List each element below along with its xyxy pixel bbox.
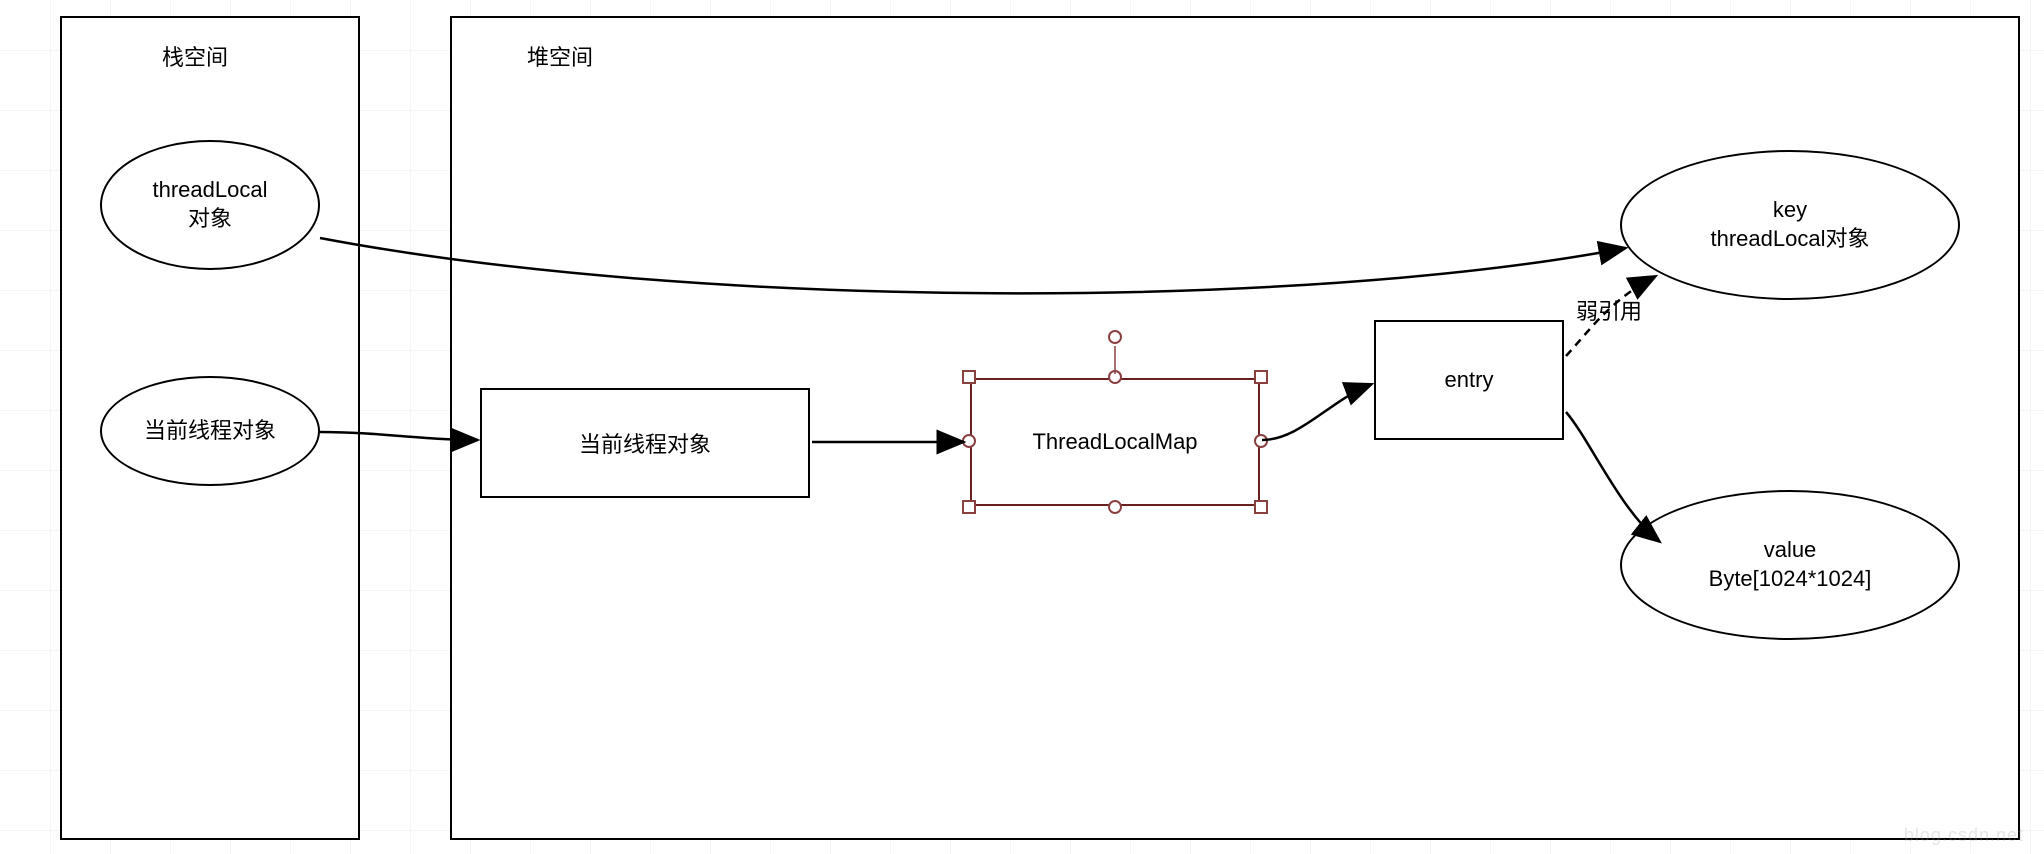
- sel-handle-ml[interactable]: [962, 434, 976, 448]
- stack-threadlocal-line1: threadLocal: [153, 176, 268, 205]
- sel-handle-rotate[interactable]: [1108, 330, 1122, 344]
- sel-handle-bm[interactable]: [1108, 500, 1122, 514]
- sel-handle-tr[interactable]: [1254, 370, 1268, 384]
- entry-label: entry: [1445, 367, 1494, 393]
- value-node: value Byte[1024*1024]: [1620, 490, 1960, 640]
- threadlocalmap-node[interactable]: ThreadLocalMap: [970, 378, 1260, 506]
- stack-threadlocal-line2: 对象: [188, 205, 232, 234]
- sel-handle-tm[interactable]: [1108, 370, 1122, 384]
- stack-title: 栈空间: [162, 40, 228, 72]
- heap-title: 堆空间: [527, 40, 593, 72]
- heap-currentthread-label: 当前线程对象: [579, 427, 711, 459]
- stack-threadlocal-node: threadLocal 对象: [100, 140, 320, 270]
- weakref-label: 弱引用: [1576, 294, 1642, 326]
- threadlocalmap-label: ThreadLocalMap: [1032, 429, 1197, 455]
- key-line2: threadLocal对象: [1711, 225, 1870, 254]
- key-node: key threadLocal对象: [1620, 150, 1960, 300]
- sel-handle-bl[interactable]: [962, 500, 976, 514]
- stack-currentthread-label: 当前线程对象: [144, 417, 276, 446]
- watermark: blog.csdn.net: [1904, 825, 2024, 846]
- value-line1: value: [1764, 536, 1817, 565]
- sel-handle-mr[interactable]: [1254, 434, 1268, 448]
- value-line2: Byte[1024*1024]: [1709, 565, 1872, 594]
- entry-node: entry: [1374, 320, 1564, 440]
- stack-currentthread-node: 当前线程对象: [100, 376, 320, 486]
- key-line1: key: [1773, 196, 1807, 225]
- sel-handle-tl[interactable]: [962, 370, 976, 384]
- heap-currentthread-node: 当前线程对象: [480, 388, 810, 498]
- sel-handle-br[interactable]: [1254, 500, 1268, 514]
